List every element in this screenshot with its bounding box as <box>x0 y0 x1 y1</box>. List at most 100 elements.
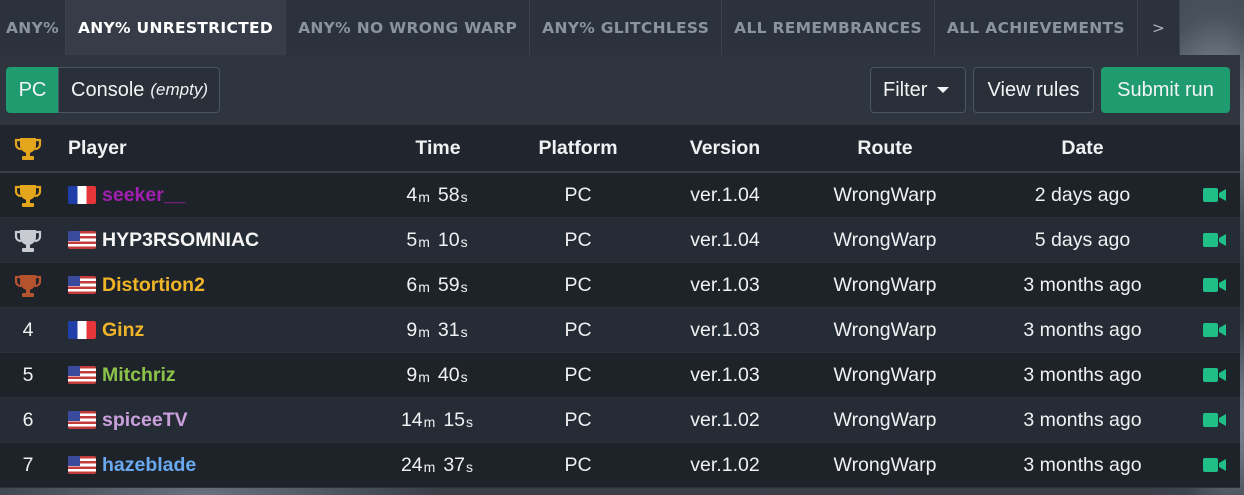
version-cell: ver.1.02 <box>690 453 760 476</box>
table-row[interactable]: 7 hazeblade 24 m 37 s PC ver.1.02 WrongWar… <box>0 443 1240 488</box>
time-seconds: 15 <box>443 408 466 431</box>
table-header: Player Time Platform Version Route Date <box>0 125 1240 173</box>
platform-console-note: (empty) <box>150 80 209 99</box>
usa-flag-icon <box>68 456 96 474</box>
player-name-link[interactable]: HYP3RSOMNIAC <box>102 229 259 252</box>
table-row[interactable]: seeker__ 4m 58 s PC ver.1.04 WrongWarp 2 … <box>0 173 1240 218</box>
silver-trophy-icon <box>14 230 42 252</box>
version-cell: ver.1.03 <box>690 363 760 386</box>
platform-cell: PC <box>564 408 592 431</box>
tabs-more-button[interactable]: > <box>1137 0 1181 55</box>
rank-cell: 7 <box>22 453 34 476</box>
player-name-link[interactable]: Distortion2 <box>102 274 205 297</box>
time-cell: 9m 40 s <box>378 353 498 397</box>
player-cell: hazeblade <box>68 443 368 487</box>
date-cell: 3 months ago <box>1023 363 1142 386</box>
tab-any-no-wrong-warp[interactable]: ANY% NO WRONG WARP <box>286 0 531 55</box>
video-camera-icon[interactable] <box>1198 308 1232 352</box>
header-version[interactable]: Version <box>665 125 785 171</box>
time-seconds: 37 <box>443 453 466 476</box>
video-camera-icon[interactable] <box>1198 443 1232 487</box>
usa-flag-icon <box>68 276 96 294</box>
date-cell: 3 months ago <box>1023 453 1142 476</box>
time-unit-minutes: m <box>418 369 430 385</box>
header-route[interactable]: Route <box>800 125 970 171</box>
player-name-link[interactable]: Mitchriz <box>102 364 176 387</box>
rank-trophy-cell <box>10 173 46 217</box>
category-tabs: ANY% ANY% UNRESTRICTED ANY% NO WRONG WAR… <box>0 0 1181 55</box>
time-unit-seconds: s <box>460 369 468 385</box>
date-cell: 2 days ago <box>1034 183 1131 206</box>
tab-any-glitchless[interactable]: ANY% GLITCHLESS <box>530 0 723 55</box>
trophy-icon <box>10 125 46 171</box>
video-camera-icon[interactable] <box>1198 263 1232 307</box>
player-name-link[interactable]: Ginz <box>102 319 144 342</box>
date-cell: 5 days ago <box>1034 228 1131 251</box>
date-cell: 3 months ago <box>1023 273 1142 296</box>
time-unit-minutes: m <box>423 414 436 430</box>
time-minutes: 9 <box>406 318 418 341</box>
rank-cell: 5 <box>22 363 34 386</box>
table-row[interactable]: 6 spiceeTV 14 m 15 s PC ver.1.02 WrongWarp… <box>0 398 1240 443</box>
table-row[interactable]: 4 Ginz 9m 31 s PC ver.1.03 WrongWarp 3 mo… <box>0 308 1240 353</box>
date-cell: 3 months ago <box>1023 318 1142 341</box>
tab-all-achievements[interactable]: ALL ACHIEVEMENTS <box>934 0 1138 55</box>
header-player[interactable]: Player <box>68 125 368 171</box>
header-time[interactable]: Time <box>378 125 498 171</box>
submit-run-button[interactable]: Submit run <box>1101 67 1230 113</box>
tab-any-unrestricted[interactable]: ANY% UNRESTRICTED <box>65 0 287 55</box>
platform-cell: PC <box>564 273 592 296</box>
time-cell: 5m 10 s <box>378 218 498 262</box>
header-date[interactable]: Date <box>990 125 1175 171</box>
route-cell: WrongWarp <box>833 453 937 476</box>
time-cell: 6m 59 s <box>378 263 498 307</box>
platform-console-button[interactable]: Console (empty) <box>58 67 220 113</box>
platform-cell: PC <box>564 363 592 386</box>
player-cell: spiceeTV <box>68 398 368 442</box>
platform-pc-button[interactable]: PC <box>6 67 59 113</box>
version-cell: ver.1.02 <box>690 408 760 431</box>
time-minutes: 4 <box>406 183 418 206</box>
video-camera-icon[interactable] <box>1198 173 1232 217</box>
rank-cell: 4 <box>22 318 34 341</box>
player-cell: HYP3RSOMNIAC <box>68 218 368 262</box>
time-seconds: 31 <box>437 318 460 341</box>
rank-cell: 6 <box>22 408 34 431</box>
time-seconds: 58 <box>437 183 460 206</box>
usa-flag-icon <box>68 411 96 429</box>
player-name-link[interactable]: hazeblade <box>102 454 196 477</box>
video-camera-icon[interactable] <box>1198 398 1232 442</box>
platform-cell: PC <box>564 228 592 251</box>
video-camera-icon[interactable] <box>1198 353 1232 397</box>
platform-cell: PC <box>564 453 592 476</box>
date-cell: 3 months ago <box>1023 408 1142 431</box>
time-seconds: 59 <box>437 273 460 296</box>
filter-dropdown-button[interactable]: Filter <box>870 67 966 113</box>
time-unit-seconds: s <box>460 324 468 340</box>
time-cell: 14 m 15 s <box>378 398 498 442</box>
player-name-link[interactable]: spiceeTV <box>102 409 188 432</box>
leaderboard-panel: ANY% ANY% UNRESTRICTED ANY% NO WRONG WAR… <box>0 0 1240 488</box>
view-rules-button[interactable]: View rules <box>973 67 1094 113</box>
table-row[interactable]: 5 Mitchriz 9m 40 s PC ver.1.03 WrongWarp … <box>0 353 1240 398</box>
rank-trophy-cell <box>10 218 46 262</box>
version-cell: ver.1.03 <box>690 318 760 341</box>
table-row[interactable]: Distortion2 6m 59 s PC ver.1.03 WrongWarp… <box>0 263 1240 308</box>
time-unit-seconds: s <box>460 279 468 295</box>
tab-all-remembrances[interactable]: ALL REMEMBRANCES <box>722 0 935 55</box>
platform-console-label: Console <box>71 78 145 101</box>
time-seconds: 40 <box>437 363 460 386</box>
time-seconds: 10 <box>437 228 460 251</box>
player-cell: seeker__ <box>68 173 368 217</box>
platform-cell: PC <box>564 318 592 341</box>
leaderboard-table: Player Time Platform Version Route Date … <box>0 125 1240 488</box>
route-cell: WrongWarp <box>833 183 937 206</box>
player-name-link[interactable]: seeker__ <box>102 184 186 207</box>
time-minutes: 9 <box>406 363 418 386</box>
header-platform[interactable]: Platform <box>518 125 638 171</box>
table-row[interactable]: HYP3RSOMNIAC 5m 10 s PC ver.1.04 WrongWar… <box>0 218 1240 263</box>
time-unit-minutes: m <box>423 459 436 475</box>
video-camera-icon[interactable] <box>1198 218 1232 262</box>
time-minutes: 6 <box>406 273 418 296</box>
tab-any[interactable]: ANY% <box>0 0 66 55</box>
